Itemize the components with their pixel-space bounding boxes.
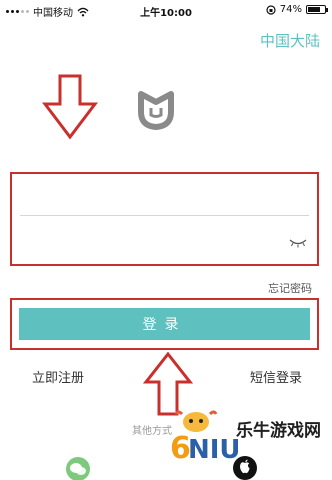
password-input[interactable] [20,224,309,254]
battery-fill [308,7,320,12]
battery-icon [306,5,328,14]
sms-login-link[interactable]: 短信登录 [250,367,302,386]
watermark-logo: 6 NIU [170,410,241,466]
username-input[interactable] [20,185,309,216]
register-link[interactable]: 立即注册 [32,367,84,386]
down-arrow-annotation [42,74,98,140]
other-login-label: 其他方式 [132,426,172,437]
login-screen: 中国移动 上午10:00 74% 中国大陆 忘记密码 登录 立即注册 短信登录 … [0,0,332,480]
status-right: 74% [266,4,328,15]
credentials-highlight [10,172,319,266]
watermark-text: 乐牛游戏网 [236,421,321,441]
watermark: 6 NIU 乐牛游戏网 [168,408,321,466]
svg-text:NIU: NIU [188,435,238,464]
rotation-lock-icon [266,4,276,15]
login-button[interactable]: 登录 [19,308,310,340]
login-highlight: 登录 [10,298,319,350]
mi-home-logo [138,91,174,130]
wechat-icon[interactable] [65,456,91,480]
hide-password-icon[interactable] [289,238,307,248]
battery-percent: 74% [279,4,302,15]
up-arrow-annotation [143,352,193,416]
status-bar: 中国移动 上午10:00 74% [0,0,332,20]
region-selector[interactable]: 中国大陆 [260,30,320,51]
forgot-password-link[interactable]: 忘记密码 [268,280,312,296]
